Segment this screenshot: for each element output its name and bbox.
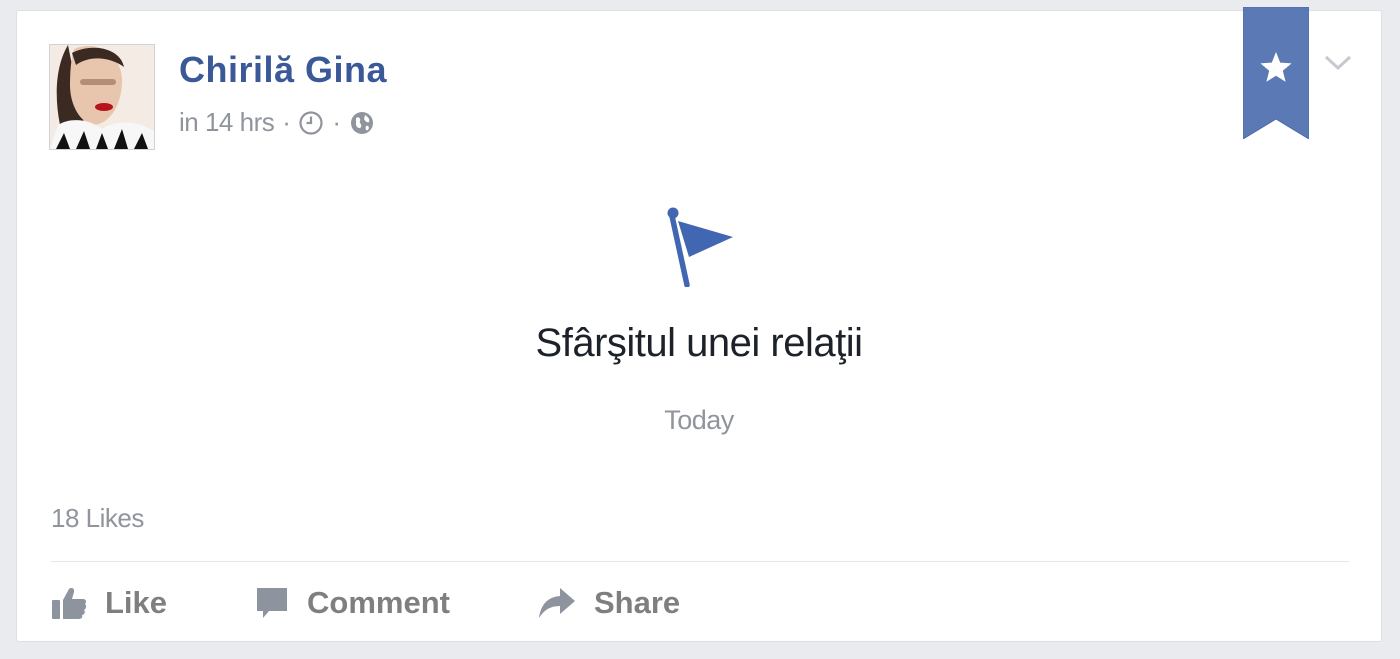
clock-icon [299,110,324,135]
meta-separator: · [282,107,291,137]
comment-icon [257,588,288,618]
comment-button[interactable]: Comment [255,585,450,621]
globe-icon[interactable] [349,110,375,136]
flag-icon [667,207,733,287]
post-time[interactable]: in 14 hrs [179,107,275,138]
divider [51,561,1349,562]
like-button[interactable]: Like [51,585,167,621]
likes-count[interactable]: 18 Likes [51,503,144,534]
chevron-down-icon[interactable] [1324,53,1352,73]
share-button[interactable]: Share [538,585,680,621]
avatar-image [50,45,154,149]
post-card: Chirilă Gina in 14 hrs · · Sfârşitul une… [16,7,1382,642]
author-name[interactable]: Chirilă Gina [179,49,387,91]
share-icon [538,588,575,618]
share-label: Share [593,585,681,620]
star-bookmark-icon[interactable] [1243,7,1309,139]
event-date: Today [664,405,734,435]
action-bar: Like Comment Share [51,579,768,627]
thumbs-up-icon [52,588,87,619]
like-label: Like [105,585,168,620]
post-meta: in 14 hrs · · [179,107,375,138]
avatar[interactable] [49,44,155,150]
meta-separator: · [332,107,341,137]
event-title: Sfârşitul unei relaţii [535,321,863,365]
comment-label: Comment [307,585,450,620]
